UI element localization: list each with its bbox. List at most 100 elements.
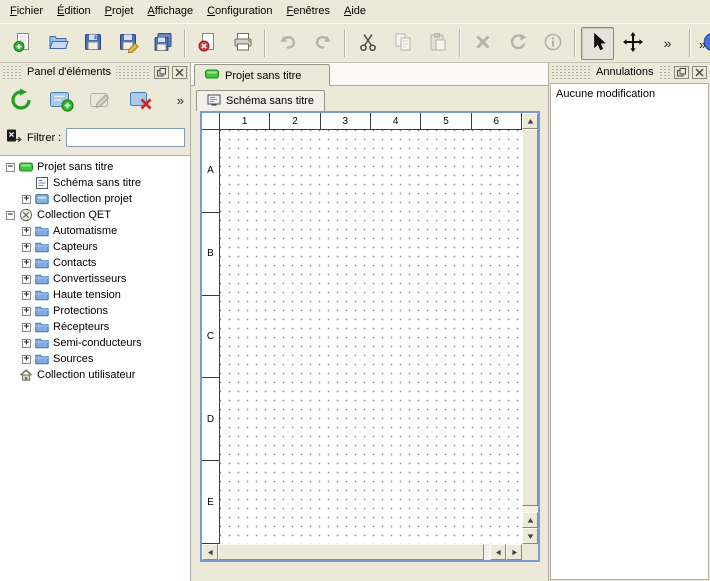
element-info-icon bbox=[542, 31, 564, 56]
tree-item-convertisseurs[interactable]: +Convertisseurs bbox=[0, 271, 190, 287]
scroll-left-button-2[interactable] bbox=[490, 544, 506, 560]
close-dock-button[interactable] bbox=[172, 66, 187, 79]
expand-icon[interactable]: + bbox=[22, 259, 31, 268]
scroll-right-button[interactable] bbox=[506, 544, 522, 560]
row-headers: ABCDE bbox=[202, 130, 220, 544]
menu-configuration[interactable]: Configuration bbox=[200, 0, 279, 20]
expand-icon[interactable]: + bbox=[22, 355, 31, 364]
tree-item-contacts[interactable]: +Contacts bbox=[0, 255, 190, 271]
tree-item-semi-conducteurs[interactable]: +Semi-conducteurs bbox=[0, 335, 190, 351]
menu-projet[interactable]: Projet bbox=[98, 0, 141, 20]
save-as-button[interactable] bbox=[111, 27, 144, 60]
menu-edition[interactable]: Édition bbox=[50, 0, 98, 20]
print-button[interactable] bbox=[226, 27, 259, 60]
tree-item-label: Collection utilisateur bbox=[37, 369, 135, 381]
toolbar-separator bbox=[459, 29, 461, 57]
scroll-down-button[interactable] bbox=[522, 528, 538, 544]
expand-icon[interactable]: + bbox=[22, 227, 31, 236]
reload-collections-button[interactable] bbox=[4, 85, 38, 119]
tab-projet-sans-titre[interactable]: Projet sans titre bbox=[194, 64, 330, 86]
collapse-icon[interactable]: − bbox=[6, 163, 15, 172]
tree-item-label: Automatisme bbox=[53, 225, 117, 237]
scroll-left-button[interactable] bbox=[202, 544, 218, 560]
horizontal-scrollbar[interactable] bbox=[202, 544, 522, 560]
pan-mode-button[interactable] bbox=[616, 27, 649, 60]
vertical-scrollbar-thumb[interactable] bbox=[522, 129, 538, 506]
elements-toolbar-extension[interactable]: » bbox=[177, 93, 184, 108]
scroll-up-button-2[interactable] bbox=[522, 512, 538, 528]
filter-label: Filtrer : bbox=[27, 132, 61, 144]
undo-panel-dock-buttons bbox=[671, 65, 707, 80]
toolbar-extension-button[interactable]: » bbox=[696, 37, 709, 52]
new-element-button[interactable] bbox=[44, 85, 78, 119]
tree-item-collection-utilisateur[interactable]: Collection utilisateur bbox=[0, 367, 190, 383]
expand-icon[interactable]: + bbox=[22, 291, 31, 300]
tree-item-recepteurs[interactable]: +Récepteurs bbox=[0, 319, 190, 335]
project-tab-label: Projet sans titre bbox=[225, 70, 301, 82]
tree-item-projet-sans-titre[interactable]: −Projet sans titre bbox=[0, 159, 190, 175]
save-all-icon bbox=[152, 31, 174, 56]
tree-item-sources[interactable]: +Sources bbox=[0, 351, 190, 367]
menu-fichier[interactable]: Fichier bbox=[3, 0, 50, 20]
tab-schema-sans-titre[interactable]: Schéma sans titre bbox=[196, 90, 325, 111]
qelectrotech-window: FichierÉditionProjetAffichageConfigurati… bbox=[0, 0, 710, 581]
elements-panel-titlebar[interactable]: Panel d'éléments bbox=[2, 65, 188, 80]
home-icon bbox=[19, 368, 33, 382]
expand-icon[interactable]: + bbox=[22, 243, 31, 252]
mode-overflow-button[interactable]: » bbox=[651, 27, 684, 60]
collapse-icon[interactable]: − bbox=[6, 211, 15, 220]
rotate-button[interactable] bbox=[501, 27, 534, 60]
float-dock-button[interactable] bbox=[154, 66, 169, 79]
select-mode-button[interactable] bbox=[581, 27, 614, 60]
undo-list[interactable]: Aucune modification bbox=[550, 83, 709, 580]
project-tabbar: Projet sans titre bbox=[191, 63, 548, 86]
save-all-button[interactable] bbox=[146, 27, 179, 60]
menu-affichage[interactable]: Affichage bbox=[140, 0, 200, 20]
paste-button[interactable] bbox=[421, 27, 454, 60]
expand-icon[interactable]: + bbox=[22, 275, 31, 284]
expand-icon[interactable]: + bbox=[22, 339, 31, 348]
copy-icon bbox=[392, 31, 414, 56]
scroll-up-button[interactable] bbox=[522, 113, 538, 129]
tree-item-collection-projet[interactable]: +Collection projet bbox=[0, 191, 190, 207]
float-dock-button[interactable] bbox=[674, 66, 689, 79]
edit-element-button[interactable] bbox=[84, 85, 118, 119]
menu-fenetres[interactable]: Fenêtres bbox=[280, 0, 337, 20]
undo-panel-titlebar[interactable]: Annulations bbox=[551, 65, 708, 80]
menu-aide[interactable]: Aide bbox=[337, 0, 373, 20]
cut-button[interactable] bbox=[351, 27, 384, 60]
filter-input[interactable] bbox=[66, 128, 185, 147]
redo-icon bbox=[312, 31, 334, 56]
toolbar-separator bbox=[264, 29, 266, 57]
tree-item-protections[interactable]: +Protections bbox=[0, 303, 190, 319]
expand-icon[interactable]: + bbox=[22, 323, 31, 332]
tree-item-automatisme[interactable]: + Automatisme bbox=[0, 223, 190, 239]
save-button[interactable] bbox=[76, 27, 109, 60]
copy-button[interactable] bbox=[386, 27, 419, 60]
vertical-scrollbar[interactable] bbox=[522, 113, 538, 544]
row-header-b: B bbox=[202, 213, 219, 296]
delete-button[interactable] bbox=[466, 27, 499, 60]
element-tree: −Projet sans titreSchéma sans titre+Coll… bbox=[0, 155, 190, 581]
tree-item-label: Collection QET bbox=[37, 209, 111, 221]
open-file-button[interactable] bbox=[41, 27, 74, 60]
delete-icon bbox=[472, 31, 494, 56]
tree-item-collection-qet[interactable]: − Collection QET bbox=[0, 207, 190, 223]
row-header-e: E bbox=[202, 461, 219, 544]
horizontal-scrollbar-thumb[interactable] bbox=[218, 544, 484, 560]
diagram-grid[interactable] bbox=[220, 130, 522, 544]
element-info-button[interactable] bbox=[536, 27, 569, 60]
redo-button[interactable] bbox=[306, 27, 339, 60]
diagram-view[interactable]: 123456 ABCDE bbox=[200, 111, 540, 562]
tree-item-haute-tension[interactable]: +Haute tension bbox=[0, 287, 190, 303]
tree-item-capteurs[interactable]: +Capteurs bbox=[0, 239, 190, 255]
expand-icon[interactable]: + bbox=[22, 195, 31, 204]
collection-icon bbox=[35, 192, 49, 206]
close-dock-button[interactable] bbox=[692, 66, 707, 79]
tree-item-schema-sans-titre[interactable]: Schéma sans titre bbox=[0, 175, 190, 191]
new-file-button[interactable] bbox=[6, 27, 39, 60]
expand-icon[interactable]: + bbox=[22, 307, 31, 316]
undo-button[interactable] bbox=[271, 27, 304, 60]
delete-element-button[interactable] bbox=[124, 85, 158, 119]
close-file-button[interactable] bbox=[191, 27, 224, 60]
